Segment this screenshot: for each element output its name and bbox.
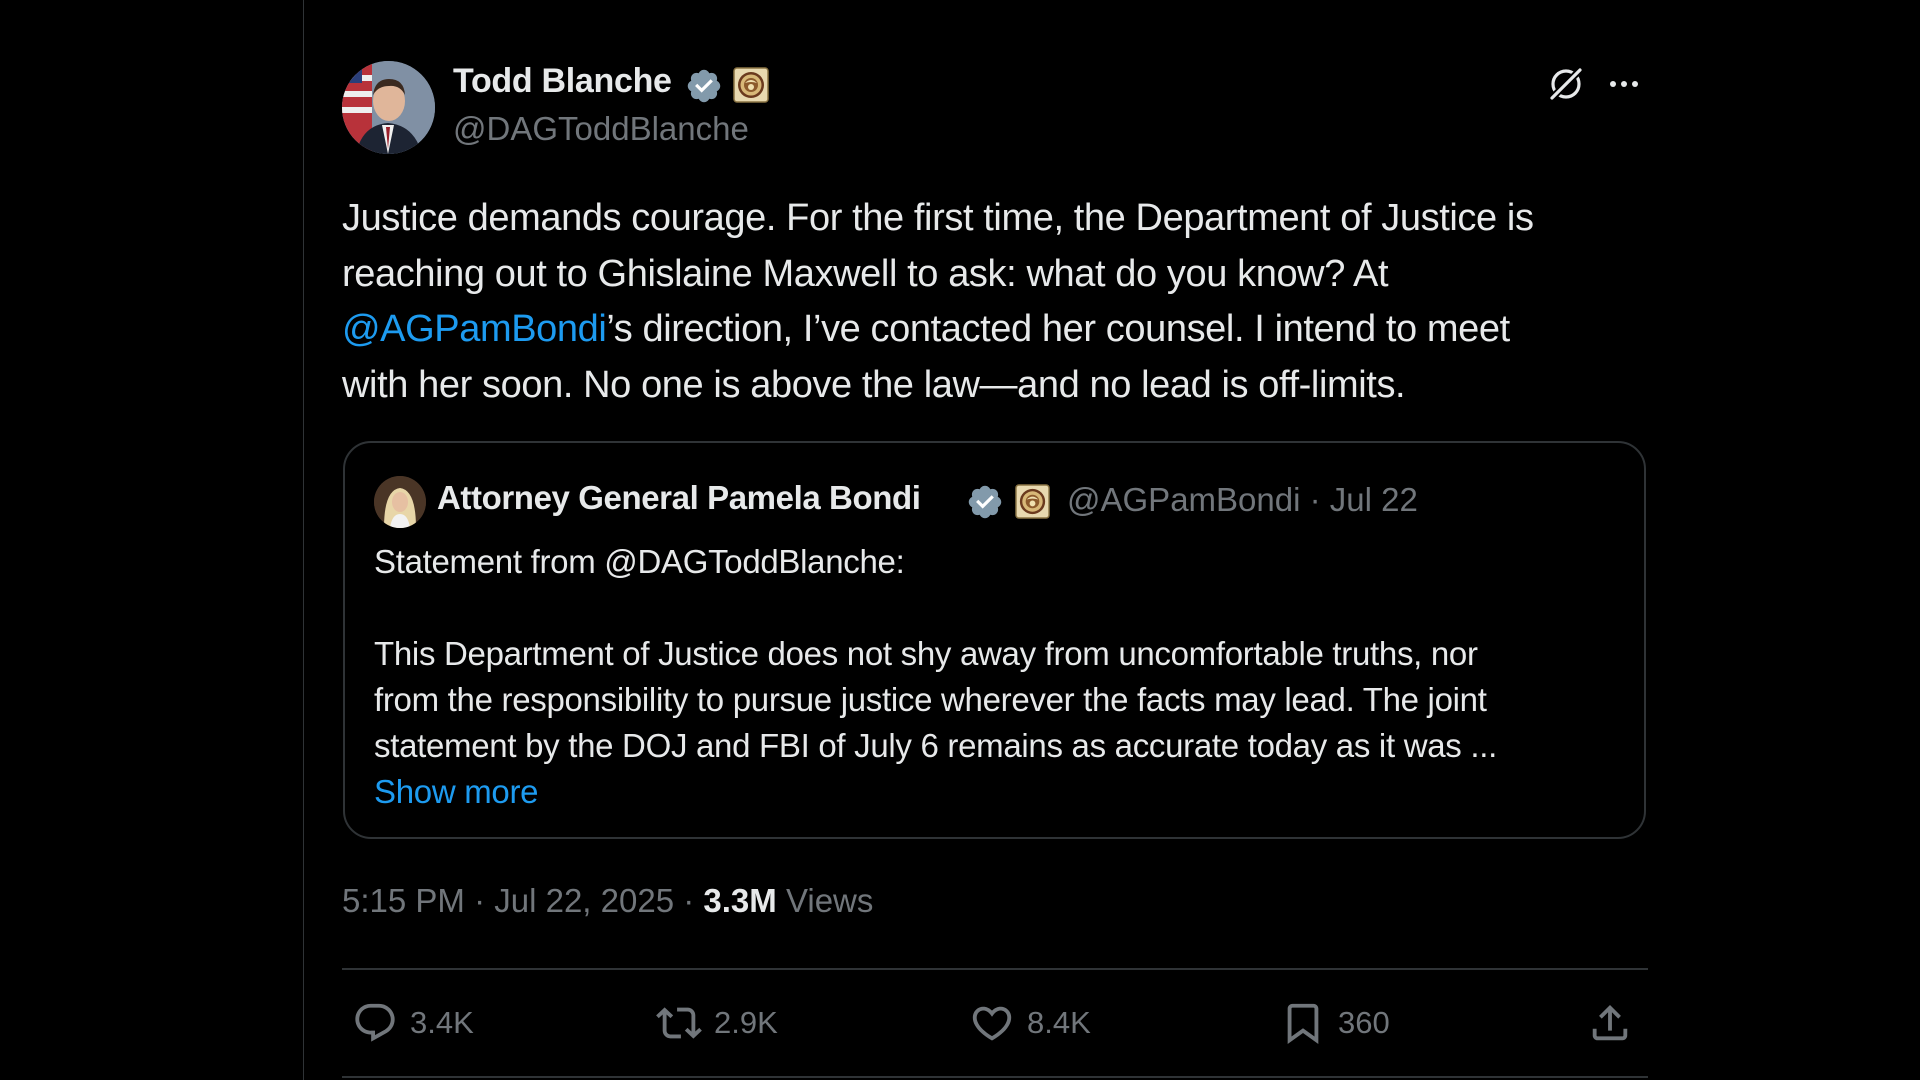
- reply-icon: [355, 1003, 395, 1042]
- quoted-author-handle[interactable]: @AGPamBondi: [1067, 481, 1300, 518]
- show-more-link[interactable]: Show more: [374, 769, 1624, 815]
- quoted-meta: @AGPamBondi · Jul 22: [1067, 481, 1418, 519]
- repost-button[interactable]: 2.9K: [656, 998, 778, 1048]
- share-button[interactable]: [1587, 998, 1633, 1048]
- tweet-date[interactable]: Jul 22, 2025: [494, 882, 674, 919]
- like-count: 8.4K: [1027, 1005, 1091, 1040]
- divider: [342, 1076, 1648, 1078]
- grok-icon[interactable]: [1544, 62, 1588, 106]
- bookmark-count: 360: [1338, 1005, 1390, 1040]
- tweet-time[interactable]: 5:15 PM: [342, 882, 465, 919]
- tweet-text-line: with her soon. No one is above the law—a…: [342, 363, 1406, 406]
- screen: Todd Blanche @DAGToddBlanche Justice dem…: [0, 0, 1920, 1080]
- like-button[interactable]: 8.4K: [969, 998, 1091, 1048]
- meta-separator: ·: [683, 882, 695, 919]
- author-handle[interactable]: @DAGToddBlanche: [453, 110, 749, 148]
- column-divider: [303, 0, 304, 1080]
- quoted-author-name[interactable]: Attorney General Pamela Bondi: [437, 479, 921, 517]
- doj-seal-icon[interactable]: [1015, 484, 1050, 519]
- quoted-tweet-card[interactable]: Attorney General Pamela Bondi @AGPamBond…: [343, 441, 1646, 839]
- quoted-text-line: Statement from @DAGToddBlanche:: [374, 543, 905, 580]
- tweet: Todd Blanche @DAGToddBlanche Justice dem…: [342, 0, 1648, 1080]
- quoted-author-avatar[interactable]: [374, 476, 426, 528]
- mention-link[interactable]: @AGPamBondi: [342, 308, 607, 350]
- tweet-meta: 5:15 PM · Jul 22, 2025 · 3.3M Views: [342, 882, 873, 920]
- tweet-text-line: @AGPamBondi’s direction, I’ve contacted …: [342, 302, 1652, 358]
- quoted-text-line: This Department of Justice does not shy …: [374, 635, 1478, 672]
- author-avatar[interactable]: [342, 61, 435, 154]
- views-count[interactable]: 3.3M: [703, 882, 776, 919]
- author-name[interactable]: Todd Blanche: [453, 62, 672, 101]
- tweet-text-fragment: ’s direction, I’ve contacted her counsel…: [606, 308, 1510, 350]
- quoted-text: Statement from @DAGToddBlanche: This Dep…: [374, 539, 1624, 815]
- more-options-icon[interactable]: [1604, 64, 1644, 104]
- quoted-text-line: from the responsibility to pursue justic…: [374, 681, 1487, 718]
- repost-count: 2.9K: [714, 1005, 778, 1040]
- quoted-date[interactable]: Jul 22: [1330, 481, 1418, 518]
- divider: [342, 968, 1648, 970]
- meta-separator: ·: [474, 882, 486, 919]
- doj-seal-icon[interactable]: [733, 67, 769, 103]
- meta-separator: ·: [1309, 481, 1321, 518]
- bookmark-icon: [1287, 1003, 1319, 1044]
- reply-count: 3.4K: [410, 1005, 474, 1040]
- views-label: Views: [785, 882, 874, 919]
- verified-badge-icon[interactable]: [685, 67, 723, 105]
- tweet-text-line: reaching out to Ghislaine Maxwell to ask…: [342, 252, 1389, 295]
- reply-button[interactable]: 3.4K: [352, 998, 474, 1048]
- verified-badge-icon[interactable]: [966, 483, 1004, 521]
- tweet-text: Justice demands courage. For the first t…: [342, 191, 1652, 413]
- share-icon: [1592, 1004, 1628, 1041]
- tweet-text-line: Justice demands courage. For the first t…: [342, 197, 1534, 239]
- heart-icon: [972, 1006, 1012, 1041]
- quoted-text-line: statement by the DOJ and FBI of July 6 r…: [374, 727, 1497, 764]
- bookmark-button[interactable]: 360: [1280, 998, 1390, 1048]
- repost-icon: [656, 1007, 702, 1039]
